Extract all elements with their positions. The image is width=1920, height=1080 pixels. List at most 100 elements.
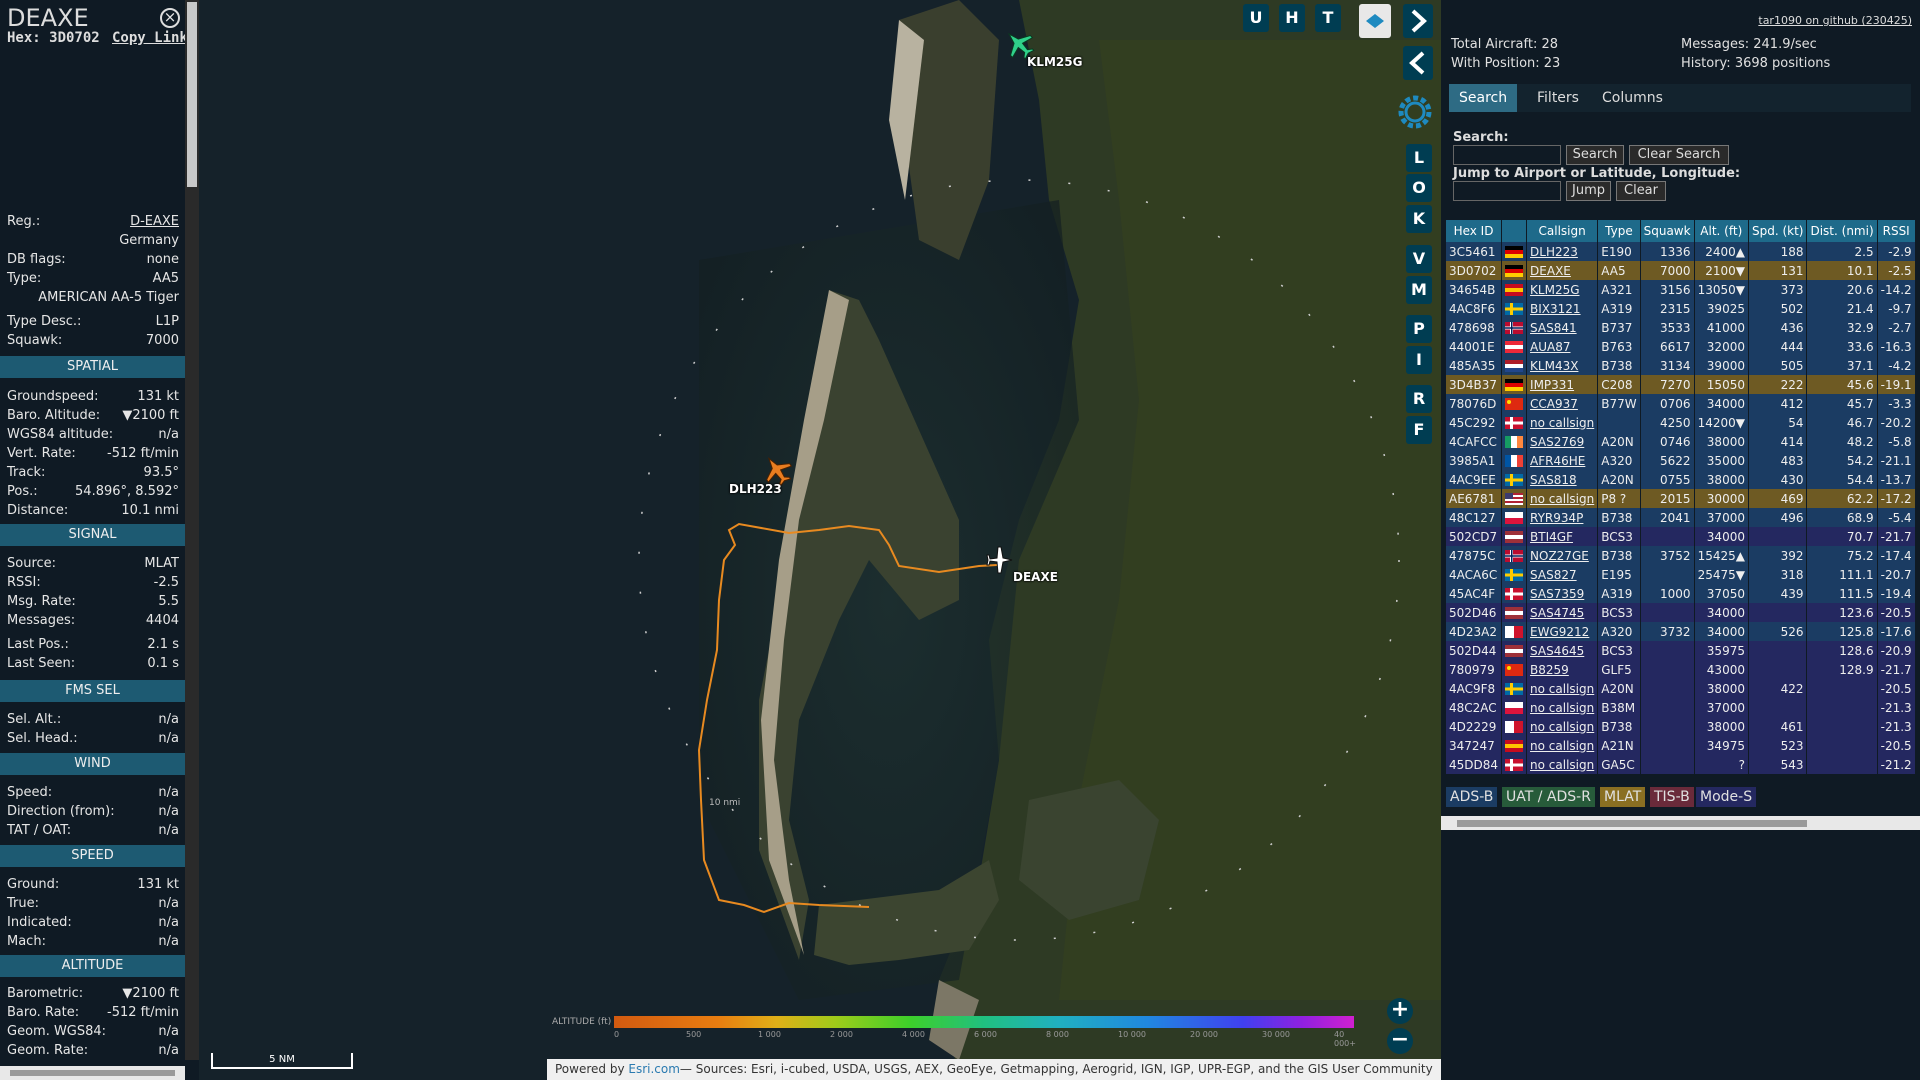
cell-callsign[interactable]: AFR46HE: [1526, 451, 1599, 470]
table-row[interactable]: AE6781 no callsign P8 ? 2015 30000 469 62.2 -17…: [1446, 489, 1916, 508]
clear-button[interactable]: Clear: [1616, 181, 1666, 201]
table-row[interactable]: 4AC9F8 no callsign A20N 38000 422 -20.5: [1446, 679, 1916, 698]
table-row[interactable]: 48C2AC no callsign B38M 37000 -21.3: [1446, 698, 1916, 717]
table-row[interactable]: 48C127 RYR934P B738 2041 37000 496 68.9 -5.4: [1446, 508, 1916, 527]
reg-link[interactable]: D-EAXE: [130, 214, 179, 229]
cell-callsign[interactable]: NOZ27GE: [1526, 546, 1599, 565]
scrollbar-thumb[interactable]: [10, 1070, 175, 1076]
cell-callsign[interactable]: BIX3121: [1526, 299, 1599, 318]
cell-callsign[interactable]: DLH223: [1526, 242, 1599, 261]
table-row[interactable]: 45C292 no callsign 4250 14200▼ 54 46.7 -20.2: [1446, 413, 1916, 432]
table-row[interactable]: 502D44 SAS4645 BCS3 35975 128.6 -20.9: [1446, 641, 1916, 660]
column-header[interactable]: Dist. (nmi): [1806, 220, 1878, 242]
toggle-o-button[interactable]: O: [1406, 174, 1432, 202]
column-header[interactable]: Type: [1597, 220, 1641, 242]
cell-callsign[interactable]: EWG9212: [1526, 622, 1599, 641]
table-row[interactable]: 3D0702 DEAXE AA5 7000 2100▼ 131 10.1 -2.5: [1446, 261, 1916, 280]
table-row[interactable]: 4D23A2 EWG9212 A320 3732 34000 526 125.8 -17.6: [1446, 622, 1916, 641]
jump-button[interactable]: Jump: [1566, 181, 1611, 201]
copy-link[interactable]: Copy Link: [112, 30, 188, 46]
settings-gear-icon[interactable]: [1393, 90, 1437, 134]
table-row[interactable]: 44001E AUA87 B763 6617 32000 444 33.6 -16.3: [1446, 337, 1916, 356]
cell-callsign[interactable]: BTI4GF: [1526, 527, 1599, 546]
aircraft-label[interactable]: DEAXE: [1013, 570, 1058, 584]
cell-callsign[interactable]: KLM25G: [1526, 280, 1599, 299]
cell-callsign[interactable]: SAS4745: [1526, 603, 1599, 622]
zoom-in-button[interactable]: +: [1387, 998, 1413, 1024]
toggle-m-button[interactable]: M: [1406, 276, 1432, 304]
table-row[interactable]: 4AC9EE SAS818 A20N 0755 38000 430 54.4 -13.7: [1446, 470, 1916, 489]
toggle-i-button[interactable]: I: [1406, 346, 1432, 374]
cell-callsign[interactable]: SAS827: [1526, 565, 1599, 584]
toggle-f-button[interactable]: F: [1406, 416, 1432, 444]
layers-icon[interactable]: [1359, 4, 1391, 38]
tab-filters[interactable]: Filters: [1527, 84, 1589, 112]
github-link[interactable]: tar1090 on github (230425): [1758, 14, 1912, 27]
table-row[interactable]: 3C5461 DLH223 E190 1336 2400▲ 188 2.5 -2.9: [1446, 242, 1916, 261]
cell-callsign[interactable]: SAS4645: [1526, 641, 1599, 660]
jump-input[interactable]: [1453, 181, 1561, 201]
clear-search-button[interactable]: Clear Search: [1629, 145, 1729, 165]
cell-callsign[interactable]: no callsign: [1526, 755, 1599, 774]
toggle-k-button[interactable]: K: [1406, 205, 1432, 233]
search-input[interactable]: [1453, 145, 1561, 165]
column-header[interactable]: Squawk: [1640, 220, 1695, 242]
table-row[interactable]: 34654B KLM25G A321 3156 13050▼ 373 20.6 -14.2: [1446, 280, 1916, 299]
toggle-l-button[interactable]: L: [1406, 144, 1432, 172]
table-row[interactable]: 3D4B37 IMP331 C208 7270 15050 222 45.6 -19.1: [1446, 375, 1916, 394]
cell-callsign[interactable]: KLM43X: [1526, 356, 1599, 375]
table-row[interactable]: 4AC8F6 BIX3121 A319 2315 39025 502 21.4 -9.7: [1446, 299, 1916, 318]
column-header[interactable]: Hex ID: [1446, 220, 1503, 242]
table-row[interactable]: 3985A1 AFR46HE A320 5622 35000 483 54.2 -21.1: [1446, 451, 1916, 470]
esri-link[interactable]: Esri.com: [628, 1062, 680, 1076]
toggle-p-button[interactable]: P: [1406, 315, 1432, 343]
cell-callsign[interactable]: SAS2769: [1526, 432, 1599, 451]
chevron-left-icon[interactable]: [1403, 46, 1433, 80]
cell-callsign[interactable]: SAS841: [1526, 318, 1599, 337]
cell-callsign[interactable]: no callsign: [1526, 489, 1599, 508]
table-row[interactable]: 780979 B8259 GLF5 43000 128.9 -21.7: [1446, 660, 1916, 679]
table-row[interactable]: 347247 no callsign A21N 34975 523 -20.5: [1446, 736, 1916, 755]
toggle-u-button[interactable]: U: [1243, 4, 1269, 32]
tab-columns[interactable]: Columns: [1592, 84, 1673, 112]
cell-callsign[interactable]: RYR934P: [1526, 508, 1599, 527]
cell-callsign[interactable]: AUA87: [1526, 337, 1599, 356]
cell-callsign[interactable]: DEAXE: [1526, 261, 1599, 280]
toggle-h-button[interactable]: H: [1279, 4, 1305, 32]
search-button[interactable]: Search: [1566, 145, 1624, 165]
cell-callsign[interactable]: no callsign: [1526, 679, 1599, 698]
table-row[interactable]: 502CD7 BTI4GF BCS3 34000 70.7 -21.7: [1446, 527, 1916, 546]
map-view[interactable]: KLM25G DLH223 DEAXE 10 nmi U H T L O K V…: [199, 0, 1441, 1080]
table-row[interactable]: 45AC4F SAS7359 A319 1000 37050 439 111.5 -19.4: [1446, 584, 1916, 603]
toggle-t-button[interactable]: T: [1315, 4, 1341, 32]
scrollbar-thumb[interactable]: [187, 2, 197, 187]
table-row[interactable]: 4ACA6C SAS827 E195 25475▼ 318 111.1 -20.7: [1446, 565, 1916, 584]
zoom-out-button[interactable]: −: [1387, 1028, 1413, 1054]
table-row[interactable]: 47875C NOZ27GE B738 3752 15425▲ 392 75.2 -17.4: [1446, 546, 1916, 565]
column-header[interactable]: Callsign: [1526, 220, 1599, 242]
column-header[interactable]: Spd. (kt): [1748, 220, 1808, 242]
cell-callsign[interactable]: no callsign: [1526, 698, 1599, 717]
table-row[interactable]: 4D2229 no callsign B738 38000 461 -21.3: [1446, 717, 1916, 736]
chevron-right-icon[interactable]: [1403, 4, 1433, 38]
aircraft-label[interactable]: KLM25G: [1027, 55, 1082, 69]
toggle-r-button[interactable]: R: [1406, 385, 1432, 413]
cell-callsign[interactable]: no callsign: [1526, 413, 1599, 432]
toggle-v-button[interactable]: V: [1406, 245, 1432, 273]
table-row[interactable]: 4CAFCC SAS2769 A20N 0746 38000 414 48.2 -5.8: [1446, 432, 1916, 451]
cell-callsign[interactable]: B8259: [1526, 660, 1599, 679]
table-row[interactable]: 502D46 SAS4745 BCS3 34000 123.6 -20.5: [1446, 603, 1916, 622]
cell-callsign[interactable]: no callsign: [1526, 717, 1599, 736]
close-icon[interactable]: ×: [160, 8, 180, 28]
cell-callsign[interactable]: no callsign: [1526, 736, 1599, 755]
table-row[interactable]: 45DD84 no callsign GA5C? 543 -21.2: [1446, 755, 1916, 774]
tab-search[interactable]: Search: [1449, 84, 1518, 112]
column-header[interactable]: Alt. (ft): [1694, 220, 1749, 242]
detail-horizontal-scrollbar[interactable]: [0, 1066, 185, 1080]
column-header[interactable]: [1501, 220, 1528, 242]
detail-vertical-scrollbar[interactable]: [185, 0, 199, 1060]
table-horizontal-scrollbar[interactable]: [1441, 816, 1920, 830]
table-row[interactable]: 478698 SAS841 B737 3533 41000 436 32.9 -2.7: [1446, 318, 1916, 337]
cell-callsign[interactable]: CCA937: [1526, 394, 1599, 413]
cell-callsign[interactable]: SAS818: [1526, 470, 1599, 489]
